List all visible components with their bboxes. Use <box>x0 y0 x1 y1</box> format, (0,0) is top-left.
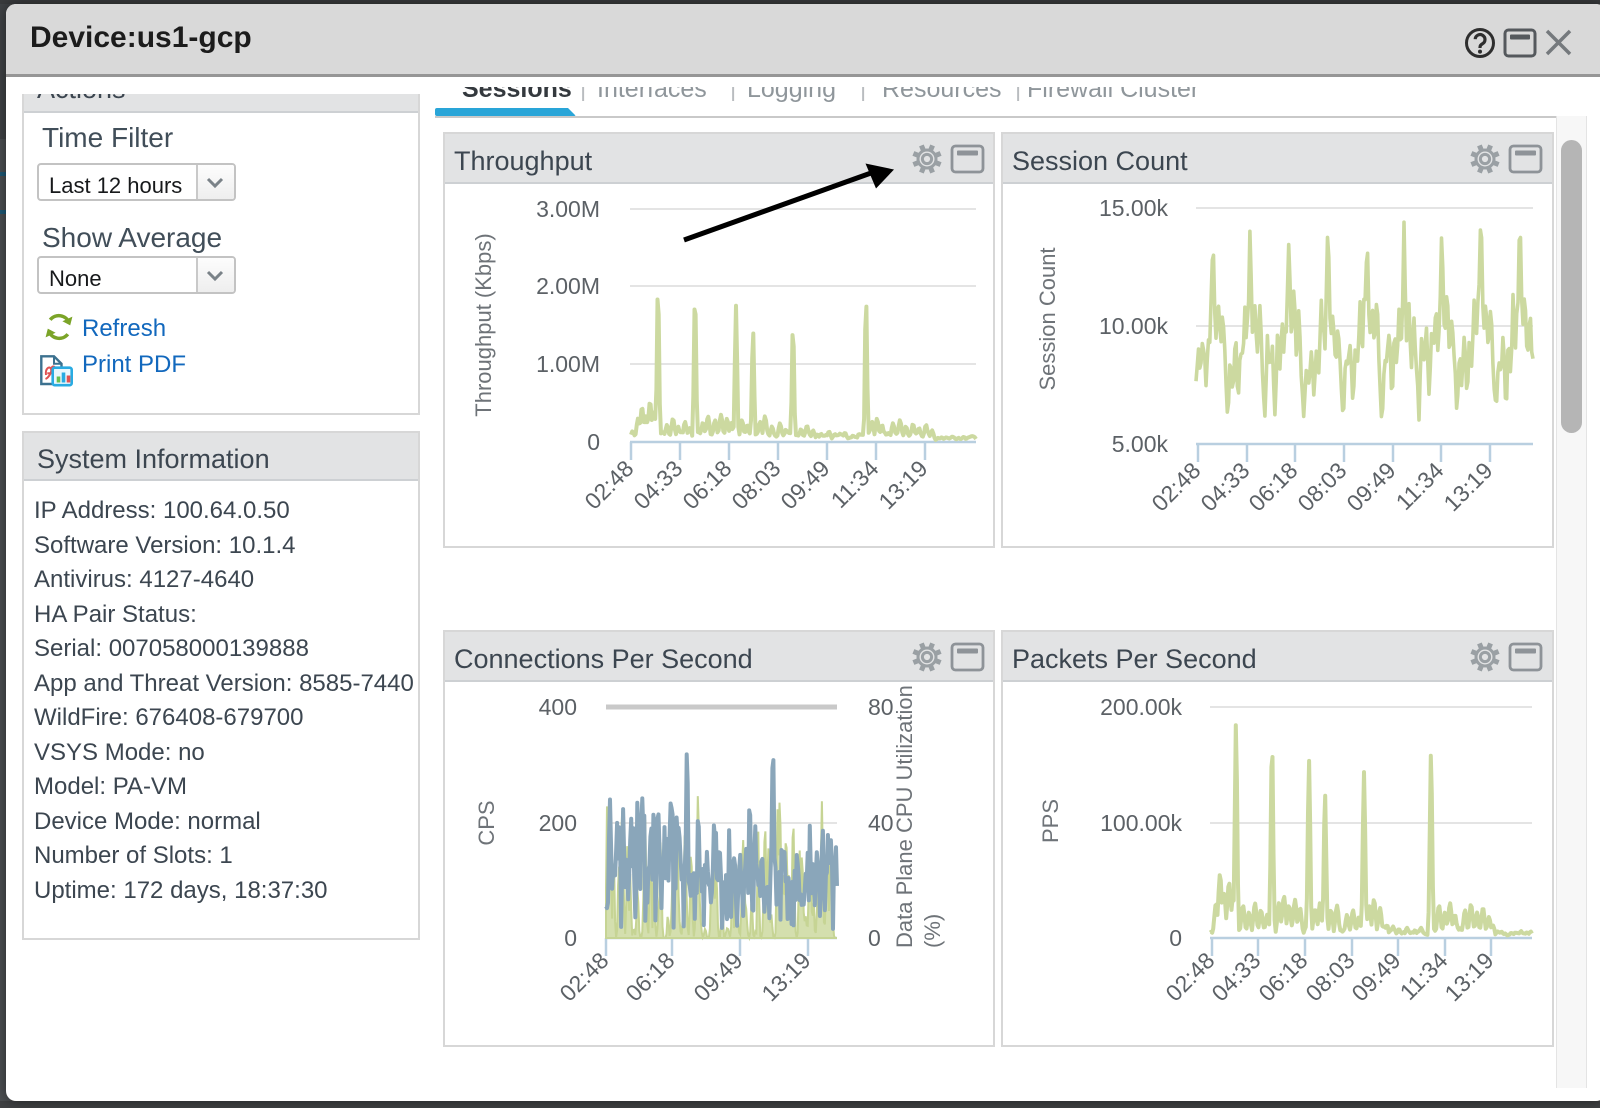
svg-text:11:34: 11:34 <box>1391 457 1449 515</box>
svg-text:06:18: 06:18 <box>1253 947 1312 1006</box>
svg-text:02:48: 02:48 <box>579 455 638 514</box>
svg-text:04:33: 04:33 <box>628 455 687 514</box>
svg-text:09:49: 09:49 <box>1346 947 1405 1006</box>
svg-text:2.00M: 2.00M <box>536 273 600 299</box>
svg-text:0: 0 <box>1169 925 1182 951</box>
svg-text:09:49: 09:49 <box>775 455 834 514</box>
svg-text:3.00M: 3.00M <box>536 196 600 222</box>
svg-text:0: 0 <box>564 925 577 951</box>
svg-text:200: 200 <box>539 810 577 836</box>
svg-text:11:34: 11:34 <box>826 455 884 513</box>
svg-text:08:03: 08:03 <box>1300 947 1359 1006</box>
svg-text:5.00k: 5.00k <box>1112 431 1169 457</box>
svg-text:10.00k: 10.00k <box>1099 313 1169 339</box>
svg-text:200.00k: 200.00k <box>1100 694 1182 720</box>
svg-text:Session Count: Session Count <box>1035 247 1060 390</box>
svg-text:100.00k: 100.00k <box>1100 810 1182 836</box>
svg-text:02:48: 02:48 <box>1146 457 1205 516</box>
svg-text:04:33: 04:33 <box>1195 457 1254 516</box>
svg-text:Data Plane CPU Utilization(%): Data Plane CPU Utilization(%) <box>892 685 945 948</box>
svg-text:400: 400 <box>539 694 577 720</box>
svg-text:CPS: CPS <box>474 800 499 845</box>
svg-text:PPS: PPS <box>1038 799 1063 843</box>
svg-text:06:18: 06:18 <box>677 455 736 514</box>
svg-text:09:49: 09:49 <box>1341 457 1400 516</box>
svg-text:13:19: 13:19 <box>1439 947 1498 1006</box>
svg-text:Throughput (Kbps): Throughput (Kbps) <box>471 233 496 416</box>
svg-text:08:03: 08:03 <box>1292 457 1351 516</box>
svg-text:04:33: 04:33 <box>1206 947 1265 1006</box>
svg-text:15.00k: 15.00k <box>1099 195 1169 221</box>
svg-text:06:18: 06:18 <box>620 947 679 1006</box>
svg-text:02:48: 02:48 <box>554 947 613 1006</box>
svg-text:09:49: 09:49 <box>688 947 747 1006</box>
svg-text:0: 0 <box>587 429 600 455</box>
svg-text:1.00M: 1.00M <box>536 351 600 377</box>
svg-text:40: 40 <box>868 810 894 836</box>
svg-text:06:18: 06:18 <box>1243 457 1302 516</box>
svg-text:80: 80 <box>868 694 894 720</box>
svg-text:08:03: 08:03 <box>726 455 785 514</box>
svg-text:02:48: 02:48 <box>1160 947 1219 1006</box>
svg-text:13:19: 13:19 <box>1438 457 1497 516</box>
svg-text:13:19: 13:19 <box>756 947 815 1006</box>
svg-text:0: 0 <box>868 925 881 951</box>
svg-text:13:19: 13:19 <box>873 455 932 514</box>
